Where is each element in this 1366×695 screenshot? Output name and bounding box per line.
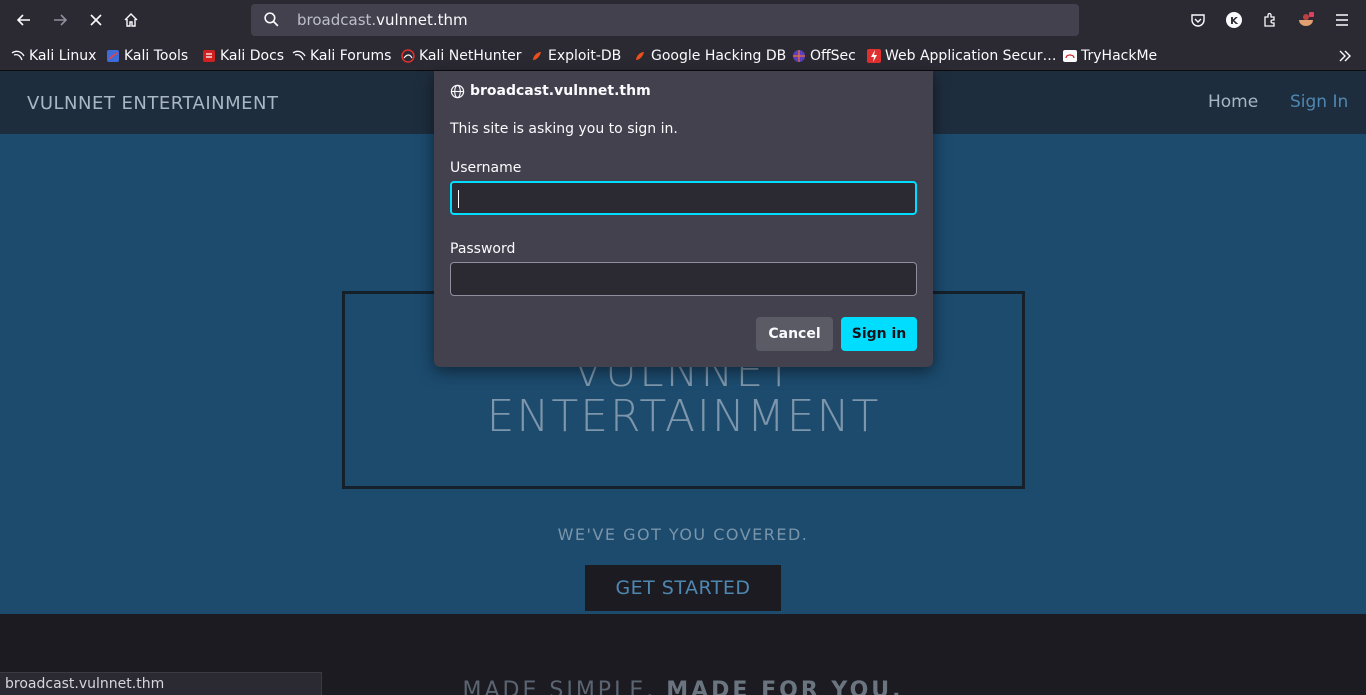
site-brand[interactable]: VULNNET ENTERTAINMENT	[27, 93, 279, 114]
bookmark-label: Google Hacking DB	[651, 48, 787, 64]
menu-button[interactable]	[1328, 6, 1356, 34]
dialog-origin: broadcast.vulnnet.thm	[450, 83, 651, 99]
bookmark-kali-nethunter[interactable]: Kali NetHunter	[401, 46, 521, 66]
bookmark-kali-docs[interactable]: Kali Docs	[202, 46, 284, 66]
url-text: broadcast.vulnnet.thm	[297, 11, 468, 29]
extension-bowl-icon	[1299, 12, 1314, 26]
extensions-button[interactable]	[1256, 6, 1284, 34]
nethunter-icon	[401, 49, 415, 63]
bookmark-label: Kali Forums	[310, 48, 392, 64]
back-button[interactable]	[10, 6, 38, 34]
url-bar[interactable]: broadcast.vulnnet.thm	[251, 4, 1079, 36]
bookmark-label: Web Application Secur…	[885, 48, 1057, 64]
bookmarks-overflow-button[interactable]	[1337, 46, 1353, 66]
svg-text:K: K	[1230, 16, 1239, 27]
home-button[interactable]	[117, 6, 145, 34]
exploit-db-icon	[533, 52, 541, 60]
kali-docs-icon	[203, 50, 215, 62]
hamburger-menu-icon	[1336, 14, 1348, 26]
account-avatar-icon: K	[1226, 12, 1242, 28]
kali-dragon-icon	[292, 50, 306, 61]
password-input[interactable]	[450, 262, 917, 296]
bookmark-kali-tools[interactable]: Kali Tools	[106, 46, 188, 66]
pocket-button[interactable]	[1184, 6, 1212, 34]
bookmark-kali-linux[interactable]: Kali Linux	[11, 46, 96, 66]
arrow-left-icon	[16, 14, 30, 26]
bookmark-label: Exploit-DB	[548, 48, 622, 64]
close-icon	[90, 14, 102, 26]
pocket-icon	[1191, 14, 1205, 27]
stop-button[interactable]	[82, 6, 110, 34]
bookmark-label: Kali Docs	[220, 48, 285, 64]
arrow-right-icon	[54, 14, 68, 26]
username-label: Username	[450, 160, 522, 176]
puzzle-icon	[1264, 12, 1275, 27]
kali-tools-icon	[107, 50, 119, 62]
sign-in-button[interactable]: Sign in	[841, 317, 917, 351]
bolt-icon	[867, 49, 881, 63]
bookmark-google-hacking-db[interactable]: Google Hacking DB	[633, 46, 786, 66]
browser-toolbar: broadcast.vulnnet.thm K	[0, 0, 1366, 40]
url-subdomain: broadcast.	[297, 11, 377, 29]
username-input[interactable]	[450, 181, 917, 215]
bookmark-label: TryHackMe	[1081, 48, 1158, 64]
dialog-origin-host: broadcast.vulnnet.thm	[470, 83, 651, 99]
forward-button[interactable]	[46, 6, 74, 34]
text-caret	[458, 190, 459, 208]
get-started-button[interactable]: GET STARTED	[585, 565, 781, 611]
cancel-button[interactable]: Cancel	[756, 317, 833, 351]
bookmark-web-app-security[interactable]: Web Application Secur…	[867, 46, 1056, 66]
chevron-double-right-icon	[1339, 50, 1351, 62]
features-heading-light: MADE SIMPLE.	[462, 678, 657, 695]
bookmark-label: Kali Linux	[29, 48, 97, 64]
dialog-message: This site is asking you to sign in.	[450, 121, 678, 137]
bookmark-tryhackme[interactable]: TryHackMe	[1063, 46, 1157, 66]
hero-title-line2: ENTERTAINMENT	[486, 391, 881, 442]
exploit-db-icon	[636, 52, 644, 60]
bookmark-label: OffSec	[810, 48, 856, 64]
hero-tagline: WE'VE GOT YOU COVERED.	[557, 525, 809, 544]
status-bar: broadcast.vulnnet.thm	[0, 672, 322, 695]
account-button[interactable]: K	[1220, 6, 1248, 34]
bookmarks-bar: Kali Linux Kali Tools Kali Docs Kali For…	[0, 40, 1366, 71]
nav-home-link[interactable]: Home	[1208, 92, 1258, 112]
bookmark-kali-forums[interactable]: Kali Forums	[292, 46, 391, 66]
offsec-icon	[793, 50, 805, 62]
globe-icon	[450, 84, 465, 98]
kali-dragon-icon	[11, 50, 25, 61]
features-heading-bold: MADE FOR YOU.	[666, 678, 904, 695]
bookmark-label: Kali Tools	[124, 48, 189, 64]
extension-button[interactable]	[1292, 6, 1320, 34]
nav-signin-link[interactable]: Sign In	[1290, 92, 1348, 112]
http-auth-dialog: broadcast.vulnnet.thm This site is askin…	[434, 71, 933, 367]
search-icon	[264, 12, 279, 27]
bookmark-label: Kali NetHunter	[419, 48, 522, 64]
home-icon	[124, 13, 138, 27]
bookmark-exploit-db[interactable]: Exploit-DB	[530, 46, 621, 66]
url-domain: vulnnet.thm	[376, 11, 468, 29]
password-label: Password	[450, 241, 516, 257]
bookmark-offsec[interactable]: OffSec	[792, 46, 856, 66]
tryhackme-icon	[1063, 50, 1077, 62]
